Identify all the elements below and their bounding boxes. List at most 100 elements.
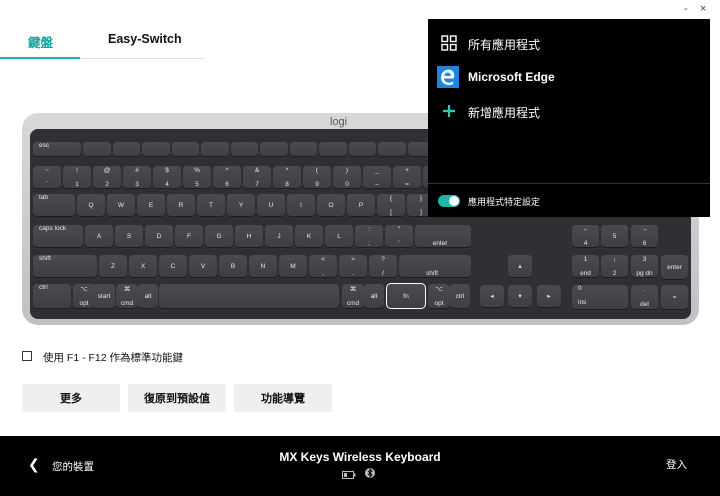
key-number-row[interactable]: #3 (123, 166, 151, 188)
key-letter[interactable]: <, (309, 255, 337, 277)
key-option-left[interactable]: ⌥ opt (73, 284, 95, 308)
key-numpad[interactable]: 3 pg dn (631, 255, 658, 277)
app-menu-add-app[interactable]: 新增應用程式 (428, 96, 710, 126)
key-letter[interactable]: D (145, 225, 173, 247)
key-function[interactable] (348, 142, 376, 156)
key-fn[interactable]: fn (386, 283, 426, 309)
key-letter[interactable]: ? / (369, 255, 397, 277)
key-number-row[interactable]: ! 1 (63, 166, 91, 188)
key-numpad[interactable]: ← 4 (572, 225, 599, 247)
key-number-row[interactable]: % 5 (183, 166, 211, 188)
key-letter[interactable]: :; (355, 225, 383, 247)
key-function[interactable] (201, 142, 229, 156)
key-letter[interactable]: C (159, 255, 187, 277)
tab-keyboard[interactable]: 鍵盤 (28, 32, 53, 51)
key-esc[interactable]: esc (33, 142, 81, 156)
key-shift-left[interactable]: shift (33, 255, 97, 277)
key-letter[interactable]: L (325, 225, 353, 247)
key-function[interactable] (83, 142, 111, 156)
key-letter[interactable]: Z (99, 255, 127, 277)
feature-tour-button[interactable]: 功能導覽 (234, 384, 332, 412)
app-specific-settings-toggle[interactable] (438, 195, 460, 207)
key-letter[interactable]: T (197, 194, 225, 216)
key-letter[interactable]: B (219, 255, 247, 277)
key-number-row[interactable]: (9 (303, 166, 331, 188)
key-numpad-enter[interactable]: enter (661, 255, 688, 279)
key-start[interactable]: start (93, 284, 115, 308)
key-letter[interactable]: F (175, 225, 203, 247)
minimize-button[interactable]: - (684, 2, 688, 16)
key-number-row[interactable]: ~ ` (33, 166, 61, 188)
key-letter[interactable]: N (249, 255, 277, 277)
key-ctrl-left[interactable]: ctrl (33, 284, 71, 308)
key-letter[interactable]: E (137, 194, 165, 216)
key-letter[interactable]: S (115, 225, 143, 247)
key-numpad[interactable]: 5 (601, 225, 628, 247)
key-number-row[interactable]: * 8 (273, 166, 301, 188)
key-enter[interactable]: enter (415, 225, 471, 247)
more-button[interactable]: 更多 (22, 384, 120, 412)
key-command-right[interactable]: ⌘ cmd (342, 284, 364, 308)
restore-defaults-button[interactable]: 復原到預設值 (128, 384, 226, 412)
key-ctrl-right[interactable]: ctrl (450, 284, 470, 308)
key-letter[interactable]: R (167, 194, 195, 216)
key-tab[interactable]: tab (33, 194, 75, 216)
key-numpad[interactable]: 1 end (572, 255, 599, 277)
key-arrow-up[interactable]: ▴ (508, 255, 532, 277)
key-caps-lock[interactable]: caps lock (33, 225, 83, 247)
key-function[interactable] (260, 142, 288, 156)
key-letter[interactable]: H (235, 225, 263, 247)
key-number-row[interactable]: ) 0 (333, 166, 361, 188)
key-numpad-del[interactable]: · del (631, 285, 658, 309)
key-letter[interactable]: G (205, 225, 233, 247)
key-numpad-zero[interactable]: 0 ins (572, 285, 628, 309)
tab-easy-switch[interactable]: Easy-Switch (108, 32, 182, 46)
key-numpad[interactable]: ↓ 2 (601, 255, 628, 277)
key-function[interactable] (112, 142, 140, 156)
key-letter[interactable]: W (107, 194, 135, 216)
key-numpad[interactable]: → 6 (631, 225, 658, 247)
key-letter[interactable]: J (265, 225, 293, 247)
key-function[interactable] (319, 142, 347, 156)
key-letter[interactable]: V (189, 255, 217, 277)
key-letter[interactable]: {[ (377, 194, 405, 216)
key-letter[interactable]: A (85, 225, 113, 247)
app-menu-microsoft-edge[interactable]: Microsoft Edge (428, 62, 710, 92)
key-letter[interactable]: X (129, 255, 157, 277)
key-number-row[interactable]: @2 (93, 166, 121, 188)
key-option-right[interactable]: ⌥ opt (428, 284, 450, 308)
key-arrow-down[interactable]: ▾ (508, 285, 532, 307)
key-number-row[interactable]: ^ 6 (213, 166, 241, 188)
key-letter[interactable]: U (257, 194, 285, 216)
key-letter[interactable]: O (317, 194, 345, 216)
key-number-row[interactable]: + = (393, 166, 421, 188)
key-arrow-left[interactable]: ◂ (480, 285, 504, 307)
key-letter[interactable]: Y (227, 194, 255, 216)
key-function[interactable] (289, 142, 317, 156)
key-alt-right[interactable]: alt (364, 284, 384, 308)
key-alt-left[interactable]: alt (138, 284, 158, 308)
app-menu-all-apps[interactable]: 所有應用程式 (428, 28, 710, 58)
fn-keys-checkbox[interactable] (22, 351, 32, 361)
key-function[interactable] (171, 142, 199, 156)
key-numpad-equals[interactable]: = (661, 285, 688, 309)
key-shift-right[interactable]: shift (399, 255, 471, 277)
key-number-row[interactable]: _ – (363, 166, 391, 188)
key-arrow-right[interactable]: ▸ (537, 285, 561, 307)
key-letter[interactable]: K (295, 225, 323, 247)
login-link[interactable]: 登入 (666, 457, 687, 472)
key-function[interactable] (142, 142, 170, 156)
key-command-left[interactable]: ⌘ cmd (116, 284, 138, 308)
key-letter[interactable]: >. (339, 255, 367, 277)
key-letter[interactable]: " ' (385, 225, 413, 247)
close-button[interactable]: × (700, 2, 706, 16)
key-letter[interactable]: P (347, 194, 375, 216)
key-letter[interactable]: I (287, 194, 315, 216)
key-letter[interactable]: M (279, 255, 307, 277)
key-number-row[interactable]: $4 (153, 166, 181, 188)
key-letter[interactable]: Q (77, 194, 105, 216)
key-function[interactable] (378, 142, 406, 156)
key-number-row[interactable]: & 7 (243, 166, 271, 188)
key-space[interactable] (159, 284, 339, 308)
key-function[interactable] (230, 142, 258, 156)
